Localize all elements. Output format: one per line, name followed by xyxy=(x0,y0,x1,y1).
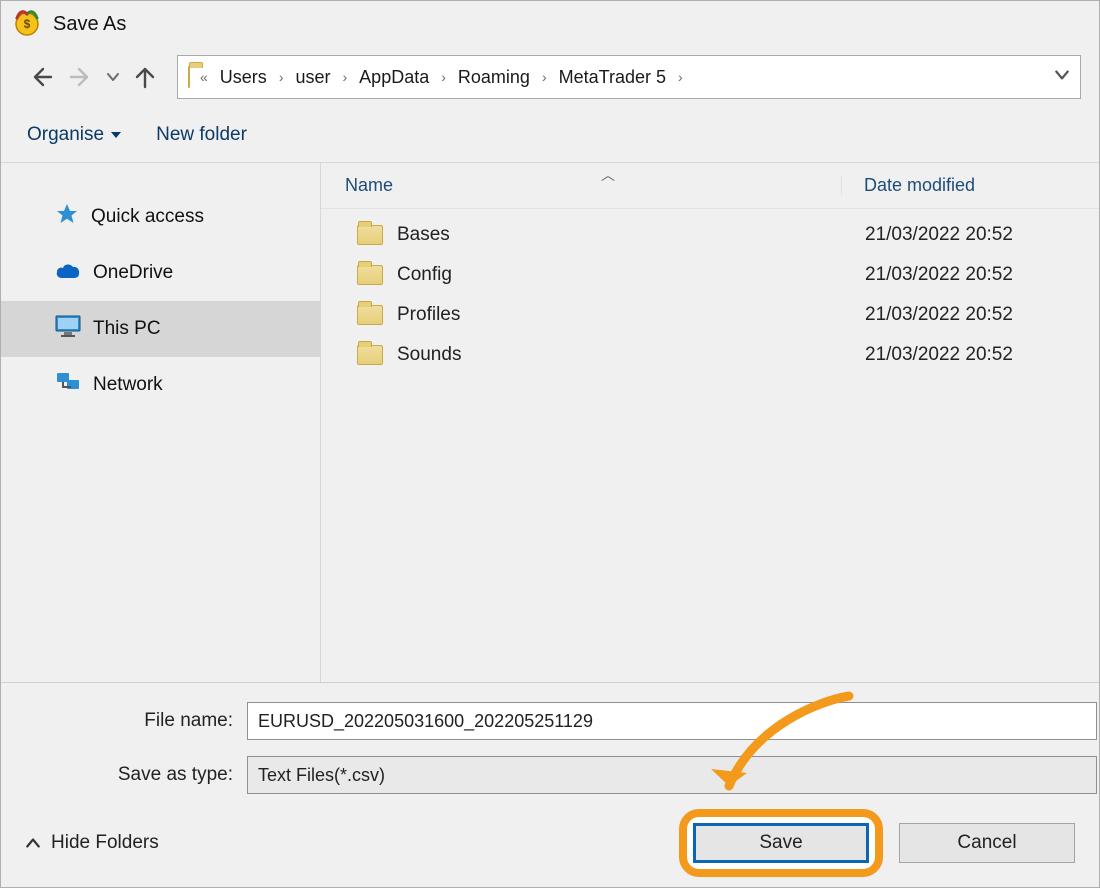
breadcrumb-appdata[interactable]: AppData xyxy=(357,67,431,88)
svg-text:$: $ xyxy=(24,17,31,31)
chevron-up-icon xyxy=(25,835,41,851)
chevron-right-icon: › xyxy=(437,69,450,85)
nav-quick-access[interactable]: Quick access xyxy=(1,189,320,245)
forward-button[interactable] xyxy=(63,59,99,95)
star-icon xyxy=(55,202,79,232)
save-type-combo[interactable]: Text Files(*.csv) xyxy=(247,756,1097,794)
address-bar[interactable]: « Users › user › AppData › Roaming › Met… xyxy=(177,55,1081,99)
folder-row[interactable]: Sounds 21/03/2022 20:52 xyxy=(321,335,1099,375)
new-folder-button[interactable]: New folder xyxy=(156,124,247,146)
address-folder-icon xyxy=(188,67,190,88)
nav-network[interactable]: Network xyxy=(1,357,320,413)
annotation-highlight: Save xyxy=(685,815,877,871)
breadcrumb-truncate-icon: « xyxy=(196,69,212,85)
network-icon xyxy=(55,371,81,399)
folder-name: Bases xyxy=(387,224,843,246)
cloud-icon xyxy=(55,261,81,285)
sort-ascending-icon: ︿ xyxy=(601,165,615,185)
monitor-icon xyxy=(55,315,81,343)
folder-name: Profiles xyxy=(387,304,843,326)
file-list-pane: ︿ Name Date modified Bases 21/03/2022 20… xyxy=(321,163,1099,682)
footer-row: Hide Folders Save Cancel xyxy=(1,807,1099,883)
nav-onedrive[interactable]: OneDrive xyxy=(1,245,320,301)
chevron-right-icon: › xyxy=(275,69,288,85)
column-header-name[interactable]: Name xyxy=(321,175,841,196)
dialog-button-group: Save Cancel xyxy=(685,815,1075,871)
bottom-panel: File name: EURUSD_202205031600_202205251… xyxy=(1,682,1099,887)
hide-folders-label: Hide Folders xyxy=(51,832,159,854)
nav-quick-access-label: Quick access xyxy=(91,206,204,228)
nav-this-pc[interactable]: This PC xyxy=(1,301,320,357)
nav-row: « Users › user › AppData › Roaming › Met… xyxy=(1,47,1099,107)
save-button-label: Save xyxy=(759,832,802,854)
folder-name: Sounds xyxy=(387,344,843,366)
hide-folders-toggle[interactable]: Hide Folders xyxy=(25,832,159,854)
file-name-row: File name: EURUSD_202205031600_202205251… xyxy=(1,699,1099,743)
nav-this-pc-label: This PC xyxy=(93,318,161,340)
folder-row[interactable]: Bases 21/03/2022 20:52 xyxy=(321,215,1099,255)
file-name-input[interactable]: EURUSD_202205031600_202205251129 xyxy=(247,702,1097,740)
cancel-button-label: Cancel xyxy=(957,832,1016,854)
up-button[interactable] xyxy=(127,59,163,95)
breadcrumb-roaming[interactable]: Roaming xyxy=(456,67,532,88)
dialog-title: Save As xyxy=(53,13,126,36)
chevron-down-icon xyxy=(110,129,122,141)
organise-menu[interactable]: Organise xyxy=(27,124,122,146)
title-bar: $ Save As xyxy=(1,1,1099,47)
breadcrumb-users[interactable]: Users xyxy=(218,67,269,88)
file-name-label: File name: xyxy=(1,710,247,732)
chevron-right-icon: › xyxy=(674,69,687,85)
back-button[interactable] xyxy=(23,59,59,95)
body: Quick access OneDrive This PC Network xyxy=(1,163,1099,682)
folder-icon xyxy=(357,345,387,365)
folder-name: Config xyxy=(387,264,843,286)
nav-network-label: Network xyxy=(93,374,163,396)
save-type-value: Text Files(*.csv) xyxy=(258,765,385,786)
cancel-button[interactable]: Cancel xyxy=(899,823,1075,863)
breadcrumb-metatrader5[interactable]: MetaTrader 5 xyxy=(557,67,668,88)
chevron-right-icon: › xyxy=(339,69,352,85)
breadcrumb-user[interactable]: user xyxy=(293,67,332,88)
chevron-right-icon: › xyxy=(538,69,551,85)
save-type-label: Save as type: xyxy=(1,764,247,786)
navigation-pane: Quick access OneDrive This PC Network xyxy=(1,163,321,682)
folder-date: 21/03/2022 20:52 xyxy=(843,224,1013,246)
new-folder-label: New folder xyxy=(156,124,247,146)
nav-onedrive-label: OneDrive xyxy=(93,262,173,284)
save-type-row: Save as type: Text Files(*.csv) xyxy=(1,753,1099,797)
folder-icon xyxy=(357,225,387,245)
folder-row[interactable]: Profiles 21/03/2022 20:52 xyxy=(321,295,1099,335)
folder-icon xyxy=(357,265,387,285)
column-header-date[interactable]: Date modified xyxy=(841,175,1099,196)
folder-row[interactable]: Config 21/03/2022 20:52 xyxy=(321,255,1099,295)
save-as-dialog: $ Save As « Users › user › AppData xyxy=(0,0,1100,888)
app-icon: $ xyxy=(11,6,43,43)
toolbar: Organise New folder xyxy=(1,107,1099,163)
folder-date: 21/03/2022 20:52 xyxy=(843,304,1013,326)
file-name-value: EURUSD_202205031600_202205251129 xyxy=(258,711,593,732)
folder-date: 21/03/2022 20:52 xyxy=(843,344,1013,366)
folder-date: 21/03/2022 20:52 xyxy=(843,264,1013,286)
file-list: Bases 21/03/2022 20:52 Config 21/03/2022… xyxy=(321,209,1099,375)
recent-locations-dropdown[interactable] xyxy=(103,59,123,95)
folder-icon xyxy=(357,305,387,325)
organise-label: Organise xyxy=(27,124,104,146)
address-history-dropdown[interactable] xyxy=(1054,67,1070,88)
save-button[interactable]: Save xyxy=(693,823,869,863)
column-header-row: ︿ Name Date modified xyxy=(321,163,1099,209)
